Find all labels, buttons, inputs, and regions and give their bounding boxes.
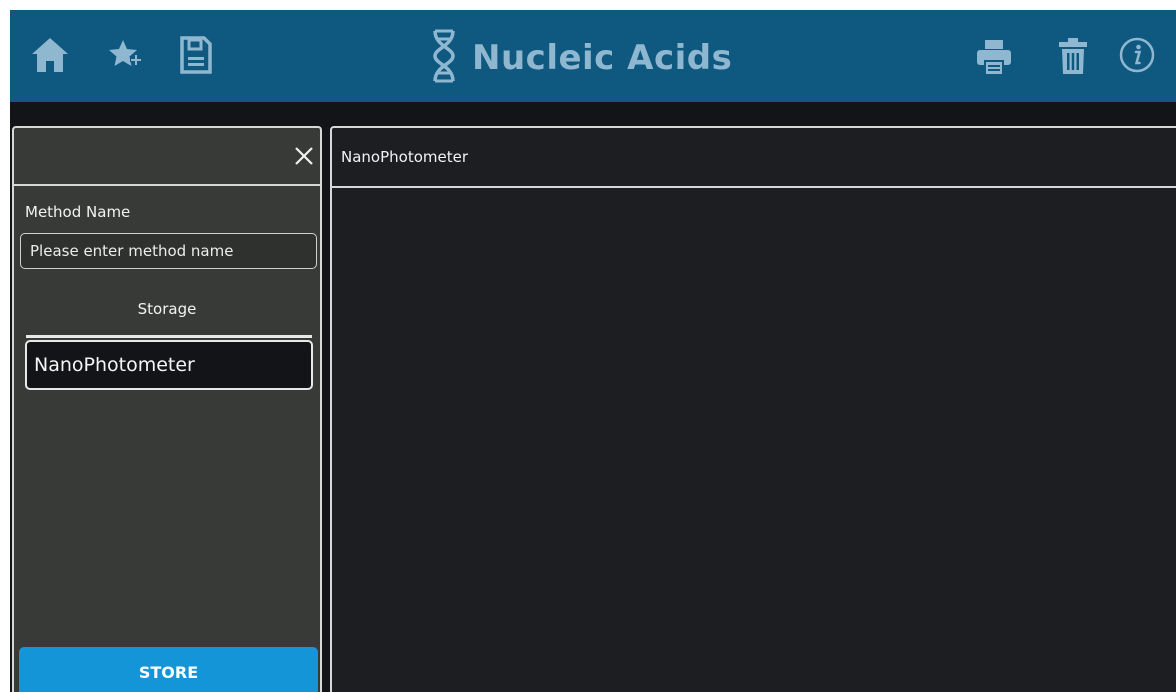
- app-window: Nucleic Acids Method Name Please enter m…: [10, 10, 1176, 692]
- save-icon[interactable]: [180, 36, 212, 78]
- storage-content-panel: NanoPhotometer: [330, 126, 1176, 692]
- star-add-icon[interactable]: [108, 36, 144, 76]
- dna-icon: [432, 28, 456, 88]
- page-title: Nucleic Acids: [472, 38, 733, 78]
- page-title-group: Nucleic Acids: [432, 28, 732, 88]
- close-icon[interactable]: [292, 144, 316, 168]
- top-bar: Nucleic Acids: [10, 10, 1176, 102]
- content-panel-header: NanoPhotometer: [332, 128, 1176, 188]
- trash-icon[interactable]: [1058, 37, 1088, 79]
- content-panel-title: NanoPhotometer: [341, 148, 469, 166]
- method-name-input[interactable]: [20, 233, 317, 269]
- storage-divider: [26, 335, 312, 338]
- storage-label: Storage: [137, 300, 197, 318]
- home-icon[interactable]: [30, 36, 70, 78]
- store-button[interactable]: STORE: [19, 647, 318, 692]
- print-icon[interactable]: [976, 38, 1012, 78]
- method-side-panel: Method Name Storage NanoPhotometer STORE: [12, 126, 322, 692]
- method-name-label: Method Name: [25, 203, 131, 221]
- info-icon[interactable]: [1119, 37, 1155, 77]
- side-panel-header: [14, 128, 320, 186]
- storage-item-nanophotometer[interactable]: NanoPhotometer: [25, 340, 313, 390]
